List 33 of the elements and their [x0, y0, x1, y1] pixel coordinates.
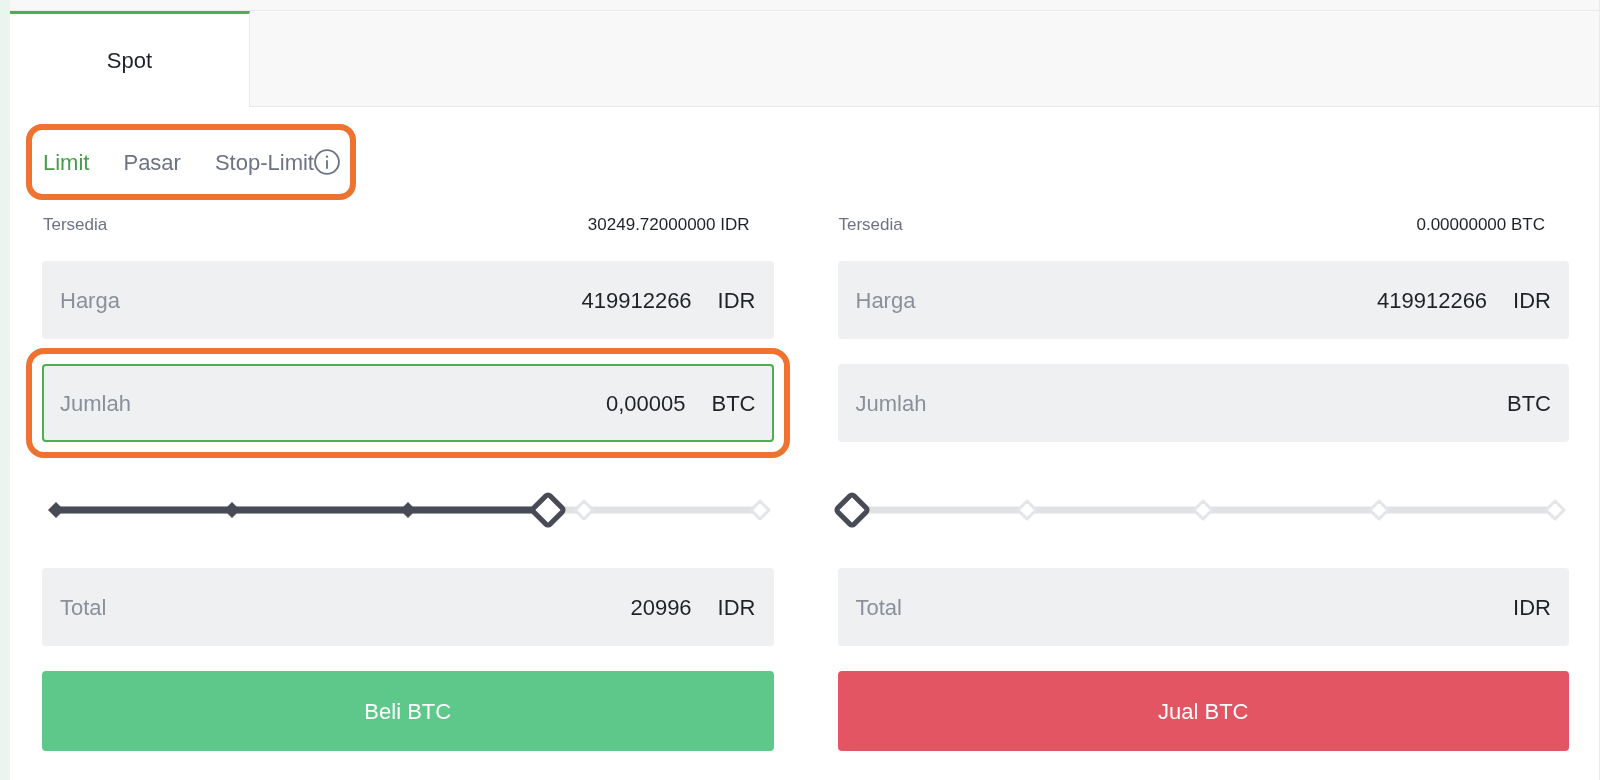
unit-label: IDR: [1513, 593, 1551, 622]
spot-tab[interactable]: Spot: [10, 11, 250, 107]
field-label: Jumlah: [855, 389, 927, 418]
unit-label: IDR: [1513, 286, 1551, 315]
field-value: 419912266: [1377, 286, 1488, 315]
available-balance: 30249.72000000 IDR: [587, 214, 750, 237]
order-type-tab[interactable]: Pasar: [123, 145, 181, 179]
info-icon[interactable]: [314, 149, 340, 175]
input-field[interactable]: Total IDR: [837, 568, 1569, 646]
unit-label: BTC: [1507, 389, 1551, 418]
available-balance: 0.00000000 BTC: [1416, 214, 1545, 237]
order-type-tab[interactable]: Stop-Limit: [214, 145, 314, 179]
field-label: Total: [60, 593, 107, 622]
unit-label: IDR: [717, 593, 756, 622]
unit-label: BTC: [711, 389, 756, 418]
input-field[interactable]: Jumlah BTC: [837, 364, 1569, 442]
input-field[interactable]: Harga 419912266 IDR: [837, 261, 1569, 339]
input-field[interactable]: Harga 419912266 IDR: [42, 261, 774, 339]
field-value: 419912266: [581, 286, 692, 315]
unit-label: IDR: [717, 286, 756, 315]
field-value: 20996: [630, 593, 692, 622]
input-field[interactable]: Jumlah 0,00005 BTC: [42, 364, 774, 442]
slider-stop-icon[interactable]: [48, 502, 64, 518]
field-label: Total: [855, 593, 902, 622]
field-label: Jumlah: [60, 389, 131, 418]
field-value: 0,00005: [605, 389, 686, 418]
input-field[interactable]: Total 20996 IDR: [42, 568, 774, 646]
field-label: Harga: [60, 286, 120, 315]
available-label: Tersedia: [43, 214, 108, 237]
slider-stop-icon[interactable]: [1544, 499, 1566, 521]
available-label: Tersedia: [838, 214, 903, 237]
field-label: Harga: [855, 286, 916, 315]
sell-button[interactable]: Jual BTC: [837, 671, 1569, 751]
